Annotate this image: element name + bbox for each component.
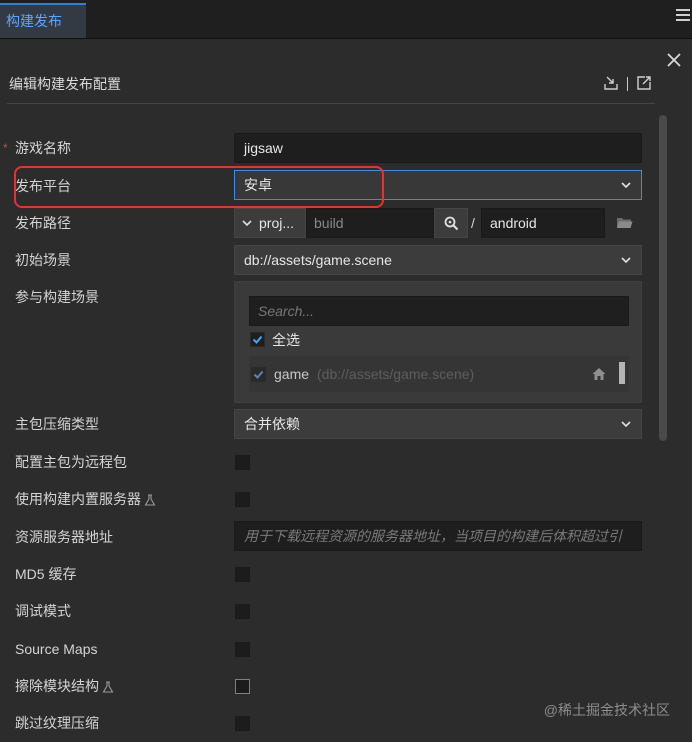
scene-scroll-thumb[interactable] (619, 362, 625, 384)
row-debug: 调试模式 (0, 595, 660, 627)
builtin-server-label-wrap: 使用构建内置服务器 (15, 483, 156, 515)
erase-module-checkbox[interactable] (235, 679, 250, 694)
skip-texture-checkbox[interactable] (235, 716, 250, 731)
tab-bar: 构建发布 (0, 0, 692, 39)
export-icon[interactable] (636, 75, 652, 94)
source-maps-checkbox[interactable] (235, 642, 250, 657)
row-builtin-server: 使用构建内置服务器 (0, 483, 660, 515)
path-separator: / (471, 215, 475, 231)
home-icon[interactable] (591, 366, 607, 382)
chevron-down-icon (621, 182, 631, 189)
erase-module-label-wrap: 擦除模块结构 (15, 670, 114, 702)
row-source-maps: Source Maps (0, 633, 660, 665)
header-divider (7, 103, 655, 104)
md5-label: MD5 缓存 (15, 566, 77, 582)
start-scene-select[interactable]: db://assets/game.scene (234, 245, 642, 275)
remote-main-checkbox[interactable] (235, 455, 250, 470)
path-prefix-value: proj... (259, 215, 295, 231)
flask-icon (102, 681, 114, 693)
scene-path: (db://assets/game.scene) (317, 366, 475, 382)
folder-icon[interactable] (607, 208, 641, 238)
start-scene-value: db://assets/game.scene (244, 252, 392, 268)
md5-checkbox[interactable] (235, 567, 250, 582)
list-item[interactable]: game (db://assets/game.scene) (249, 356, 629, 392)
check-icon (253, 370, 264, 379)
build-scenes-box: Search... 全选 game (db://assets/game.scen… (234, 281, 642, 403)
chevron-down-icon (621, 421, 631, 428)
game-name-input[interactable]: jigsaw (234, 133, 642, 163)
watermark: @稀土掘金技术社区 (543, 702, 670, 718)
source-maps-label: Source Maps (15, 641, 98, 657)
chevron-down-icon (621, 257, 631, 264)
chevron-down-icon (242, 220, 252, 227)
divider (627, 77, 628, 91)
close-icon[interactable] (666, 52, 682, 68)
import-icon[interactable] (603, 75, 619, 94)
scene-name: game (274, 366, 310, 382)
search-icon (444, 216, 459, 231)
skip-texture-label: 跳过纹理压缩 (15, 715, 99, 731)
remote-main-label: 配置主包为远程包 (15, 454, 127, 470)
compress-type-value: 合并依赖 (244, 416, 300, 432)
build-subdir-input[interactable]: android (481, 208, 605, 238)
builtin-server-checkbox[interactable] (235, 492, 250, 507)
row-remote-main: 配置主包为远程包 (0, 446, 660, 478)
flask-icon (144, 494, 156, 506)
tab-build-publish[interactable]: 构建发布 (0, 3, 86, 38)
erase-module-label: 擦除模块结构 (15, 678, 99, 694)
scene-checkbox[interactable] (251, 367, 266, 382)
scrollbar[interactable] (659, 115, 667, 441)
server-address-label: 资源服务器地址 (15, 529, 113, 545)
menu-icon[interactable] (676, 9, 690, 23)
search-path-button[interactable] (434, 208, 468, 238)
game-name-label: 游戏名称 (15, 140, 71, 156)
select-all-label: 全选 (272, 332, 300, 348)
server-address-input[interactable]: 用于下载远程资源的服务器地址，当项目的构建后体积超过引 (234, 521, 642, 551)
row-md5: MD5 缓存 (0, 558, 660, 590)
debug-label: 调试模式 (15, 603, 71, 619)
panel-title: 编辑构建发布配置 (9, 76, 121, 92)
header-actions (603, 74, 652, 94)
build-dir-input[interactable]: build (306, 208, 434, 238)
row-erase-module: 擦除模块结构 (0, 670, 660, 702)
select-all-checkbox[interactable] (250, 332, 265, 347)
build-path-label: 发布路径 (15, 215, 71, 231)
scene-search-input[interactable]: Search... (249, 296, 629, 326)
debug-checkbox[interactable] (235, 604, 250, 619)
build-scenes-label: 参与构建场景 (15, 289, 99, 305)
compress-type-label: 主包压缩类型 (15, 416, 99, 432)
check-icon (252, 335, 263, 344)
path-prefix-select[interactable]: proj... (234, 208, 306, 238)
annotation-highlight-box (14, 166, 384, 208)
build-publish-window: 构建发布 编辑构建发布配置 * 游戏名称 jigsaw 发布平台 安卓 发布路径… (0, 0, 692, 742)
builtin-server-label: 使用构建内置服务器 (15, 491, 141, 507)
start-scene-label: 初始场景 (15, 252, 71, 268)
required-mark: * (3, 141, 8, 155)
compress-type-select[interactable]: 合并依赖 (234, 409, 642, 439)
